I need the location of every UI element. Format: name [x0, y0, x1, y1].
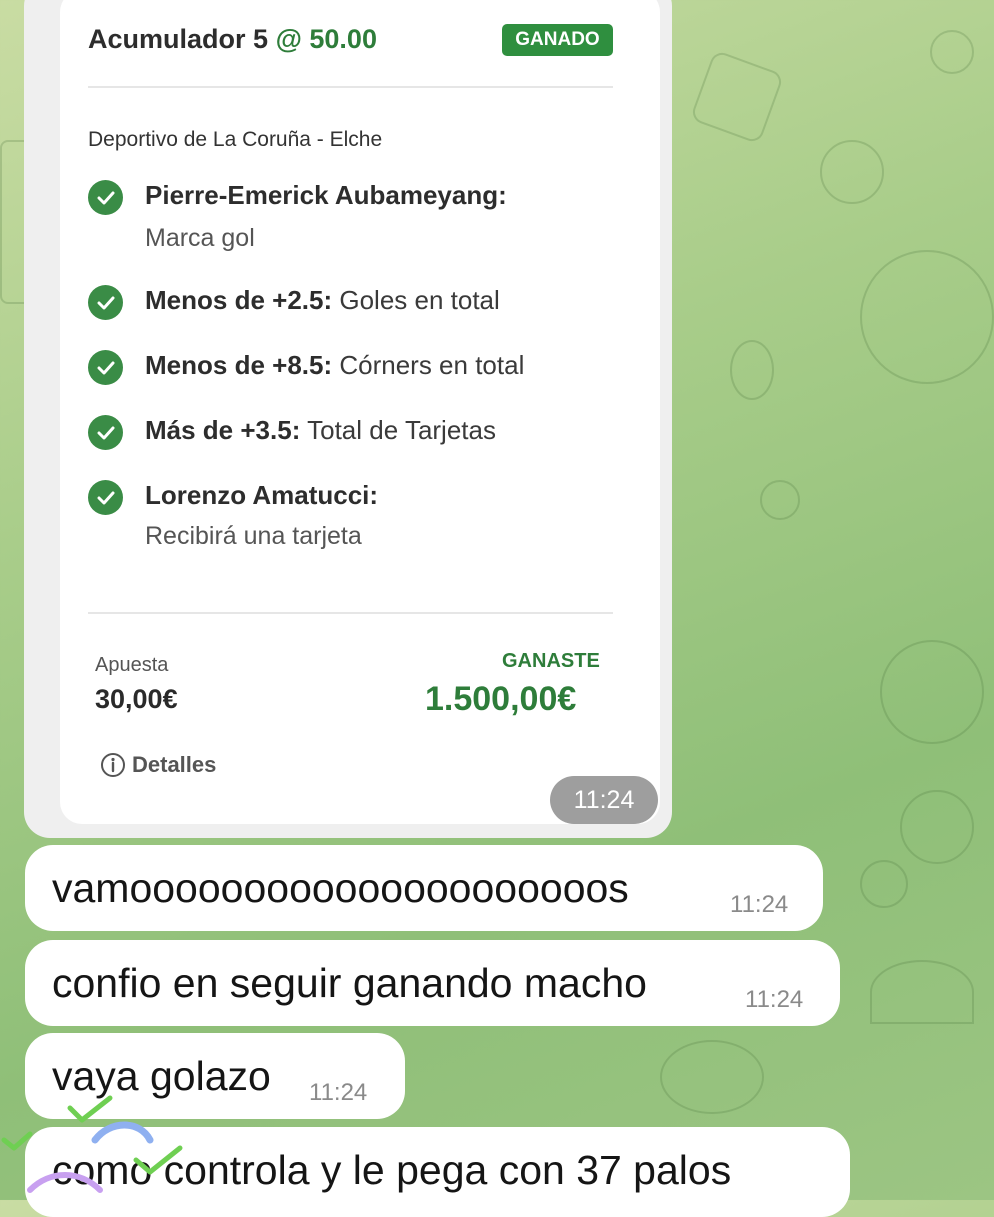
check-mark-icon	[133, 1145, 183, 1175]
background-doodle	[860, 250, 994, 384]
background-doodle	[689, 49, 785, 145]
squiggle-icon	[27, 1172, 103, 1193]
details-button[interactable]: Detalles	[100, 752, 216, 778]
selection-outcome: Recibirá una tarjeta	[145, 522, 362, 550]
selection-outcome: Marca gol	[145, 224, 255, 252]
background-doodle	[880, 640, 984, 744]
background-doodle	[730, 340, 774, 400]
background-doodle	[760, 480, 800, 520]
winnings-label: GANASTE	[502, 650, 600, 672]
message-text: confio en seguir ganando macho	[52, 960, 647, 1006]
background-doodle	[860, 860, 908, 908]
bet-title: Acumulador 5 @ 50.00	[88, 24, 377, 55]
check-icon	[88, 180, 123, 215]
check-icon	[88, 415, 123, 450]
message-timestamp: 11:24	[309, 1079, 368, 1106]
squiggle-icon	[91, 1121, 154, 1144]
check-mark-icon	[1, 1131, 33, 1151]
stake-label: Apuesta	[95, 654, 169, 676]
message-timestamp: 11:24	[730, 891, 789, 918]
selection-market: Menos de +2.5: Goles en total	[145, 285, 500, 315]
bet-odds: @ 50.00	[275, 24, 377, 54]
info-icon	[101, 753, 125, 777]
check-mark-icon	[67, 1095, 113, 1123]
background-doodle	[930, 30, 974, 74]
chat-message[interactable]: vamooooooooooooooooooooos 11:24	[25, 845, 823, 931]
check-icon	[88, 480, 123, 515]
winnings-value: 1.500,00€	[425, 680, 577, 718]
message-text: vamooooooooooooooooooooos	[52, 865, 629, 911]
check-icon	[88, 285, 123, 320]
selection-market: Lorenzo Amatucci:	[145, 480, 379, 510]
bet-type: Acumulador 5	[88, 24, 269, 54]
selection-market: Pierre-Emerick Aubameyang:	[145, 180, 507, 210]
match-name: Deportivo de La Coruña - Elche	[88, 128, 383, 151]
selection-market: Menos de +8.5: Córners en total	[145, 350, 525, 380]
stake-value: 30,00€	[95, 684, 178, 714]
check-icon	[88, 350, 123, 385]
divider	[88, 612, 613, 614]
background-doodle	[820, 140, 884, 204]
status-badge: GANADO	[502, 24, 613, 56]
message-timestamp: 11:24	[550, 776, 658, 824]
background-doodle	[870, 960, 974, 1024]
background-doodle	[660, 1040, 764, 1114]
message-timestamp: 11:24	[745, 986, 804, 1013]
chat-message[interactable]: confio en seguir ganando macho 11:24	[25, 940, 840, 1026]
sticker-overlay	[1, 1095, 183, 1193]
divider	[88, 86, 613, 88]
selection-market: Más de +3.5: Total de Tarjetas	[145, 415, 496, 445]
background-doodle	[900, 790, 974, 864]
details-label: Detalles	[132, 752, 217, 777]
